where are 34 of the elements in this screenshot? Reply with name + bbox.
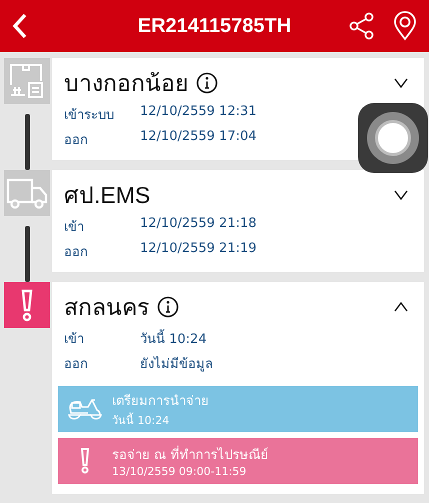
row-label: เข้า [64, 331, 85, 349]
event-title: รอจ่าย ณ ที่ทำการไปรษณีย์ [112, 444, 268, 465]
scooter-icon [68, 396, 102, 422]
row-value: 12/10/2559 17:04 [140, 129, 257, 146]
row-label: ออก [64, 132, 89, 150]
row-label: เข้า [64, 219, 85, 237]
location-name: สกลนคร [64, 293, 149, 322]
info-icon[interactable] [196, 72, 218, 94]
event-title: เตรียมการนำจ่าย [112, 392, 209, 410]
location-name: ศป.EMS [64, 181, 150, 210]
stage-card[interactable]: สกลนคร เข้า วันนี้ 10:24 ออก ยังไม่มีข้อมูล เตรียมการนำจ่าย วันนี้ 10:24 รอจ่าย ณ ที่ทำการไปรษณีย์ 13/10/2559 09:00-11:59 [52, 282, 424, 494]
expand-chevron-icon[interactable] [394, 78, 408, 88]
row-label: ออก [64, 244, 89, 262]
back-button[interactable] [12, 13, 28, 39]
exclamation-icon [80, 448, 90, 474]
row-label: ออก [64, 356, 89, 374]
row-value: 12/10/2559 21:19 [140, 241, 257, 258]
location-name: บางกอกน้อย [64, 69, 188, 98]
location-pin-icon[interactable] [393, 11, 417, 41]
tracking-number-title: ER214115785TH [136, 14, 292, 38]
row-value: วันนี้ 10:24 [140, 328, 207, 349]
stage-card[interactable]: ศป.EMS เข้า 12/10/2559 21:18 ออก 12/10/2559 21:19 [52, 170, 424, 272]
event-time: 13/10/2559 09:00-11:59 [112, 465, 248, 478]
row-label: เข้าระบบ [64, 107, 115, 125]
event-time: วันนี้ 10:24 [112, 412, 170, 428]
row-value: 12/10/2559 21:18 [140, 216, 257, 233]
expand-chevron-icon[interactable] [394, 190, 408, 200]
row-value: ยังไม่มีข้อมูล [140, 355, 213, 374]
info-icon[interactable] [157, 296, 179, 318]
stage-card[interactable]: บางกอกน้อย เข้าระบบ 12/10/2559 12:31 ออก 12/10/2559 17:04 [52, 58, 424, 160]
row-value: 12/10/2559 12:31 [140, 104, 257, 121]
share-icon[interactable] [349, 12, 375, 40]
assistive-touch-overlay[interactable] [358, 103, 428, 173]
collapse-chevron-icon[interactable] [394, 302, 408, 312]
